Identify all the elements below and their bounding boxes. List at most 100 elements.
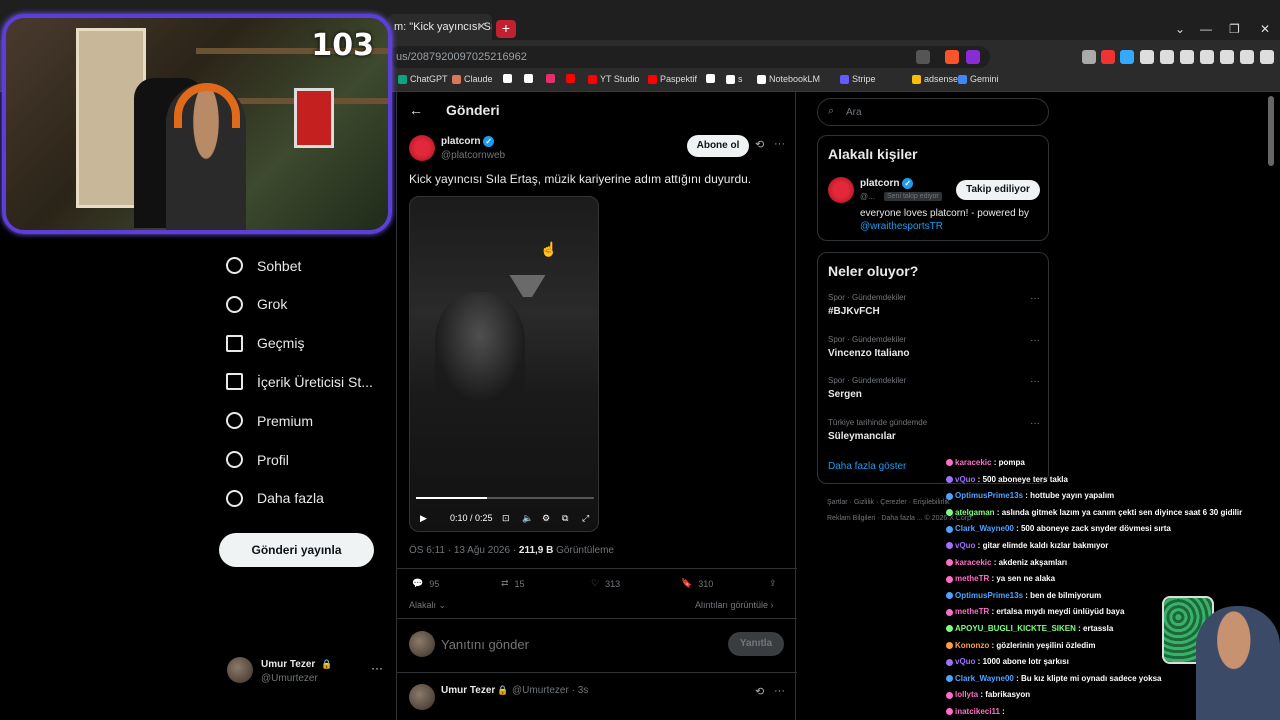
person-name[interactable]: platcorn ✓: [860, 178, 914, 189]
fullscreen-icon[interactable]: ⤢: [582, 513, 589, 524]
trend-more-icon[interactable]: ···: [1030, 418, 1040, 429]
play-icon[interactable]: ▶: [420, 513, 427, 524]
chat-badge-icon: [946, 592, 953, 600]
chat-badge-icon: [946, 492, 953, 500]
trend-more-icon[interactable]: ···: [1030, 293, 1040, 304]
reply-button[interactable]: Yanıtla: [728, 632, 784, 656]
footer-links-1[interactable]: Şartlar · Gizlilik · Çerezler · Erişileb…: [827, 499, 950, 506]
trend-item[interactable]: Spor · Gündemdekiler Vincenzo Italiano ···: [828, 335, 1040, 359]
reply-author-name[interactable]: Umur Tezer: [441, 685, 495, 696]
bookmark-item[interactable]: [566, 74, 578, 83]
reply-more-icon[interactable]: ···: [774, 685, 785, 697]
divider: [397, 568, 797, 569]
trend-more-icon[interactable]: ···: [1030, 376, 1040, 387]
bookmark-item[interactable]: [546, 74, 558, 83]
bookmark-item[interactable]: [706, 74, 718, 83]
new-tab-button[interactable]: +: [496, 20, 516, 38]
account-switcher[interactable]: Umur Tezer 🔒 @Umurtezer ···: [227, 657, 387, 687]
nav-item-i-erik-reticisi-st[interactable]: İçerik Üreticisi St...: [226, 373, 373, 391]
vpn-icon[interactable]: [1220, 50, 1234, 64]
relevant-sort[interactable]: Alakalı ⌄: [409, 600, 446, 611]
search-box[interactable]: ⌕ Ara: [817, 98, 1049, 126]
maximize-icon[interactable]: ❐: [1229, 22, 1240, 36]
extension-icon-1[interactable]: [1082, 50, 1096, 64]
bookmark-favicon-icon: [398, 74, 407, 84]
bookmark-item[interactable]: s: [726, 74, 743, 84]
trends-card: Neler oluyor? Spor · Gündemdekiler #BJKvF…: [817, 252, 1049, 484]
sidebar-icon[interactable]: [1180, 50, 1194, 64]
bookmark-item[interactable]: Paspektif: [648, 74, 697, 84]
nav-item-sohbet[interactable]: Sohbet: [226, 257, 301, 274]
trend-name: Süleymancılar: [828, 430, 896, 442]
browser-tab[interactable]: m: "Kick yayıncısı Sıla ✕: [388, 14, 492, 40]
extension-icon-4[interactable]: [1140, 50, 1154, 64]
view-quotes-link[interactable]: Alıntıları görüntüle ›: [695, 600, 774, 610]
reply-grok-icon[interactable]: ⟲: [755, 685, 764, 698]
bookmark-item[interactable]: Stripe: [840, 74, 876, 84]
bookmark-item[interactable]: adsense: [912, 74, 958, 84]
trend-item[interactable]: Türkiye tarihinde gündemde Süleymancılar ·…: [828, 418, 1040, 442]
person-bio-link[interactable]: @wraithesportsTR: [860, 221, 943, 232]
grok-icon[interactable]: ⟲: [755, 138, 764, 151]
nav-item-grok[interactable]: Grok: [226, 295, 287, 313]
trend-item[interactable]: Spor · Gündemdekiler Sergen ···: [828, 376, 1040, 400]
brave-rewards-icon[interactable]: [966, 50, 980, 64]
extension-icon-3[interactable]: [1120, 50, 1134, 64]
video-progress-bar[interactable]: [416, 497, 594, 499]
bookmark-item[interactable]: [503, 74, 515, 83]
captions-icon[interactable]: ⊡: [502, 513, 510, 524]
bookmark-label: YT Studio: [600, 74, 640, 84]
extension-icon-5[interactable]: [1160, 50, 1174, 64]
page-scrollbar[interactable]: [1268, 96, 1274, 166]
trend-more-icon[interactable]: ···: [1030, 335, 1040, 346]
bookmark-item[interactable]: YT Studio: [588, 74, 639, 84]
chat-text: fabrikasyon: [985, 690, 1031, 700]
close-window-icon[interactable]: ✕: [1260, 22, 1270, 36]
nav-item-ge-mi[interactable]: Geçmiş: [226, 334, 304, 352]
tab-list-icon[interactable]: ⌄: [1175, 22, 1185, 36]
nav-item-premium[interactable]: Premium: [226, 412, 313, 430]
shield-icon[interactable]: [1240, 50, 1254, 64]
bookmark-item[interactable]: Claude: [452, 74, 493, 84]
person-avatar[interactable]: [828, 177, 854, 203]
trend-item[interactable]: Spor · Gündemdekiler #BJKvFCH ···: [828, 293, 1040, 317]
volume-icon[interactable]: 🔈: [522, 513, 533, 524]
brave-shields-icon[interactable]: [945, 50, 959, 64]
url-field[interactable]: us/2087920097025216962: [388, 46, 990, 68]
close-tab-icon[interactable]: ✕: [477, 20, 486, 33]
chat-separator: :: [1075, 624, 1084, 633]
share-icon[interactable]: ⇪: [769, 578, 777, 589]
back-arrow-icon[interactable]: ←: [409, 102, 423, 118]
bookmark-item[interactable]: [524, 74, 536, 83]
bookmark-item[interactable]: ChatGPT: [398, 74, 448, 84]
video-player[interactable]: ☝ ▶ 0:10 / 0:25 ⊡ 🔈 ⚙ ⧉ ⤢: [409, 196, 599, 532]
author-name[interactable]: platcorn ✓: [441, 136, 495, 147]
like-action[interactable]: ♡ 313: [591, 578, 620, 589]
menu-icon[interactable]: [1260, 50, 1274, 64]
author-handle[interactable]: @platcornweb: [441, 150, 505, 161]
bookmark-action[interactable]: 🔖 310: [681, 578, 713, 589]
repost-action[interactable]: ⇄ 15: [501, 578, 525, 589]
reply-author-handle: @Umurtezer · 3s: [512, 685, 589, 696]
following-button[interactable]: Takip ediliyor: [956, 180, 1040, 200]
settings-icon[interactable]: ⚙: [542, 513, 550, 524]
bookmark-item[interactable]: NotebookLM: [757, 74, 820, 84]
chat-text: ya sen ne alaka: [996, 574, 1056, 584]
extension-icon-2[interactable]: [1101, 50, 1115, 64]
nav-item-profil[interactable]: Profil: [226, 451, 289, 468]
reply-action[interactable]: 💬 95: [412, 578, 439, 589]
reply-author-avatar[interactable]: [409, 684, 435, 710]
nav-item-daha-fazla[interactable]: Daha fazla: [226, 489, 324, 507]
minimize-icon[interactable]: —: [1200, 22, 1212, 36]
reply-input[interactable]: [441, 634, 711, 654]
install-icon[interactable]: [916, 50, 930, 64]
account-more-icon[interactable]: ···: [371, 661, 383, 675]
wallet-icon[interactable]: [1200, 50, 1214, 64]
author-avatar[interactable]: [409, 135, 435, 161]
show-more-link[interactable]: Daha fazla göster: [828, 461, 906, 472]
bookmark-item[interactable]: Gemini: [958, 74, 999, 84]
post-more-icon[interactable]: ···: [774, 138, 785, 150]
post-button[interactable]: Gönderi yayınla: [219, 533, 374, 567]
pip-icon[interactable]: ⧉: [562, 513, 568, 524]
follow-button[interactable]: Abone ol: [687, 135, 749, 157]
